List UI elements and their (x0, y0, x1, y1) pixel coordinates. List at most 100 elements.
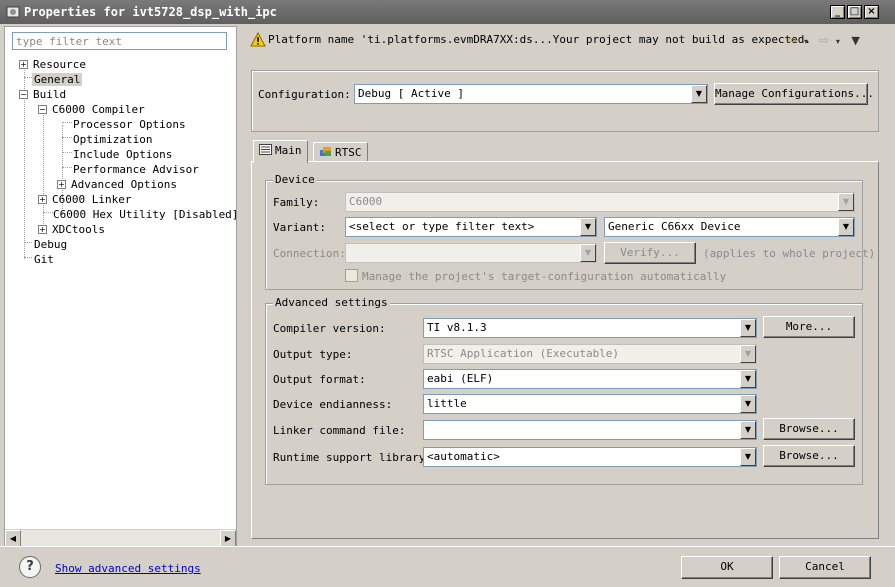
linker-command-file-select[interactable]: ▼ (423, 420, 757, 440)
chevron-down-icon[interactable]: ▼ (580, 218, 596, 236)
compiler-version-label: Compiler version: (273, 322, 386, 335)
connection-select: ▼ (345, 243, 597, 263)
show-advanced-settings-link[interactable]: Show advanced settings (55, 562, 201, 575)
tab-label: Main (275, 144, 302, 157)
tree-item-xdctools[interactable]: + XDCtools (38, 222, 107, 237)
family-label: Family: (273, 196, 320, 209)
chevron-down-icon[interactable]: ▼ (740, 319, 756, 337)
back-arrow-icon[interactable]: ⇦ (785, 33, 799, 47)
variant-value: Generic C66xx Device (608, 220, 741, 233)
tree-item-label: C6000 Compiler (52, 103, 145, 116)
manage-configurations-button[interactable]: Manage Configurations... (714, 83, 874, 105)
footer-separator (0, 546, 895, 547)
applies-text: (applies to whole project) (703, 247, 876, 260)
tree-item-build[interactable]: − Build (19, 87, 68, 102)
view-menu-icon[interactable]: ▼ (849, 34, 863, 47)
sidebar: +Resource General −Build −C6000 Compiler… (4, 26, 240, 547)
forward-arrow-icon[interactable]: ⇨ (817, 33, 831, 47)
tree-item-label: Build (33, 88, 67, 101)
compiler-version-select[interactable]: TI v8.1.3 ▼ (423, 318, 757, 338)
verify-button: Verify... (604, 242, 696, 264)
variant-filter-select[interactable]: <select or type filter text> ▼ (345, 217, 597, 237)
tree-item-c6000-compiler[interactable]: − C6000 Compiler (38, 102, 147, 117)
tree-item-debug[interactable]: Debug (32, 237, 69, 252)
forward-dropdown-icon[interactable]: ▾ (831, 37, 845, 46)
help-icon[interactable]: ? (19, 556, 41, 578)
configuration-label: Configuration: (258, 88, 351, 101)
properties-icon (6, 6, 20, 18)
compiler-version-value: TI v8.1.3 (427, 321, 487, 334)
tree-item-label: Debug (34, 238, 68, 251)
collapse-icon[interactable]: − (38, 105, 47, 114)
cancel-button[interactable]: Cancel (779, 556, 871, 579)
tree-item-processor-options[interactable]: Processor Options (71, 117, 188, 132)
more-button[interactable]: More... (763, 316, 855, 338)
scroll-right-icon[interactable]: ▶ (220, 530, 236, 547)
tree-item-c6000-linker[interactable]: + C6000 Linker (38, 192, 133, 207)
connection-label: Connection: (273, 247, 346, 260)
tree-item-c6000-hex-utility[interactable]: C6000 Hex Utility [Disabled] (51, 207, 240, 222)
nav-toolbar: ⇦ ▾ ⇨ ▾ ▼ (785, 33, 863, 47)
tree-guide (24, 257, 32, 258)
tree-item-label: C6000 Linker (52, 193, 132, 206)
runtime-support-library-value: <automatic> (427, 450, 500, 463)
expand-icon[interactable]: + (38, 195, 47, 204)
tree-item-resource[interactable]: + Resource (19, 57, 88, 72)
chevron-down-icon: ▼ (838, 193, 854, 211)
tab-main[interactable]: Main (253, 140, 308, 163)
warning-triangle-icon (250, 32, 266, 47)
tree-item-label: Resource (33, 58, 86, 71)
output-type-select: RTSC Application (Executable) ▼ (423, 344, 757, 364)
filter-input[interactable] (12, 32, 227, 50)
variant-select[interactable]: Generic C66xx Device ▼ (604, 217, 855, 237)
expand-icon[interactable]: + (19, 60, 28, 69)
chevron-down-icon[interactable]: ▼ (691, 85, 707, 103)
chevron-down-icon[interactable]: ▼ (740, 370, 756, 388)
main-tab-content: Device Family: C6000 ▼ Variant: <select … (251, 161, 879, 539)
runtime-support-library-select[interactable]: <automatic> ▼ (423, 447, 757, 467)
chevron-down-icon[interactable]: ▼ (740, 448, 756, 466)
advanced-group-title: Advanced settings (273, 296, 390, 309)
chevron-down-icon[interactable]: ▼ (740, 421, 756, 439)
chevron-down-icon[interactable]: ▼ (838, 218, 854, 236)
browse-rts-button[interactable]: Browse... (763, 445, 855, 467)
manage-target-checkbox (345, 269, 358, 282)
minimize-button[interactable]: _ (830, 5, 845, 19)
endianness-select[interactable]: little ▼ (423, 394, 757, 414)
close-button[interactable]: × (864, 5, 879, 19)
expand-icon[interactable]: + (38, 225, 47, 234)
chevron-down-icon: ▼ (740, 345, 756, 363)
endianness-label: Device endianness: (273, 398, 393, 411)
warning-text: Platform name 'ti.platforms.evmDRA7XX:ds… (268, 33, 812, 46)
tree-item-performance-advisor[interactable]: Performance Advisor (71, 162, 201, 177)
output-format-select[interactable]: eabi (ELF) ▼ (423, 369, 757, 389)
variant-filter-value: <select or type filter text> (349, 220, 535, 233)
tree-item-include-options[interactable]: Include Options (71, 147, 174, 162)
warning-bar: Platform name 'ti.platforms.evmDRA7XX:ds… (248, 29, 888, 53)
tree-item-optimization[interactable]: Optimization (71, 132, 154, 147)
tree-item-label: C6000 Hex Utility [Disabled] (53, 208, 239, 221)
ok-button[interactable]: OK (681, 556, 773, 579)
chevron-down-icon: ▼ (580, 244, 596, 262)
chevron-down-icon[interactable]: ▼ (740, 395, 756, 413)
tree-item-git[interactable]: Git (32, 252, 56, 267)
horizontal-scrollbar[interactable]: ◀ ▶ (5, 529, 236, 547)
configuration-select[interactable]: Debug [ Active ] ▼ (354, 84, 708, 104)
device-group-title: Device (273, 173, 317, 186)
tab-rtsc[interactable]: RTSC (313, 142, 368, 162)
tree-item-label: Git (34, 253, 54, 266)
tree-item-label: Include Options (73, 148, 173, 161)
collapse-icon[interactable]: − (19, 90, 28, 99)
scroll-left-icon[interactable]: ◀ (5, 530, 21, 547)
family-select: C6000 ▼ (345, 192, 855, 212)
browse-linker-button[interactable]: Browse... (763, 418, 855, 440)
tree-item-general[interactable]: General (32, 72, 83, 87)
pane-splitter[interactable] (238, 26, 242, 547)
linker-command-file-label: Linker command file: (273, 424, 406, 437)
rtsc-tab-icon (320, 147, 331, 156)
tree-item-advanced-options[interactable]: + Advanced Options (57, 177, 179, 192)
back-dropdown-icon[interactable]: ▾ (799, 37, 813, 46)
maximize-button[interactable]: □ (847, 5, 862, 19)
tree-item-label: Processor Options (73, 118, 186, 131)
expand-icon[interactable]: + (57, 180, 66, 189)
